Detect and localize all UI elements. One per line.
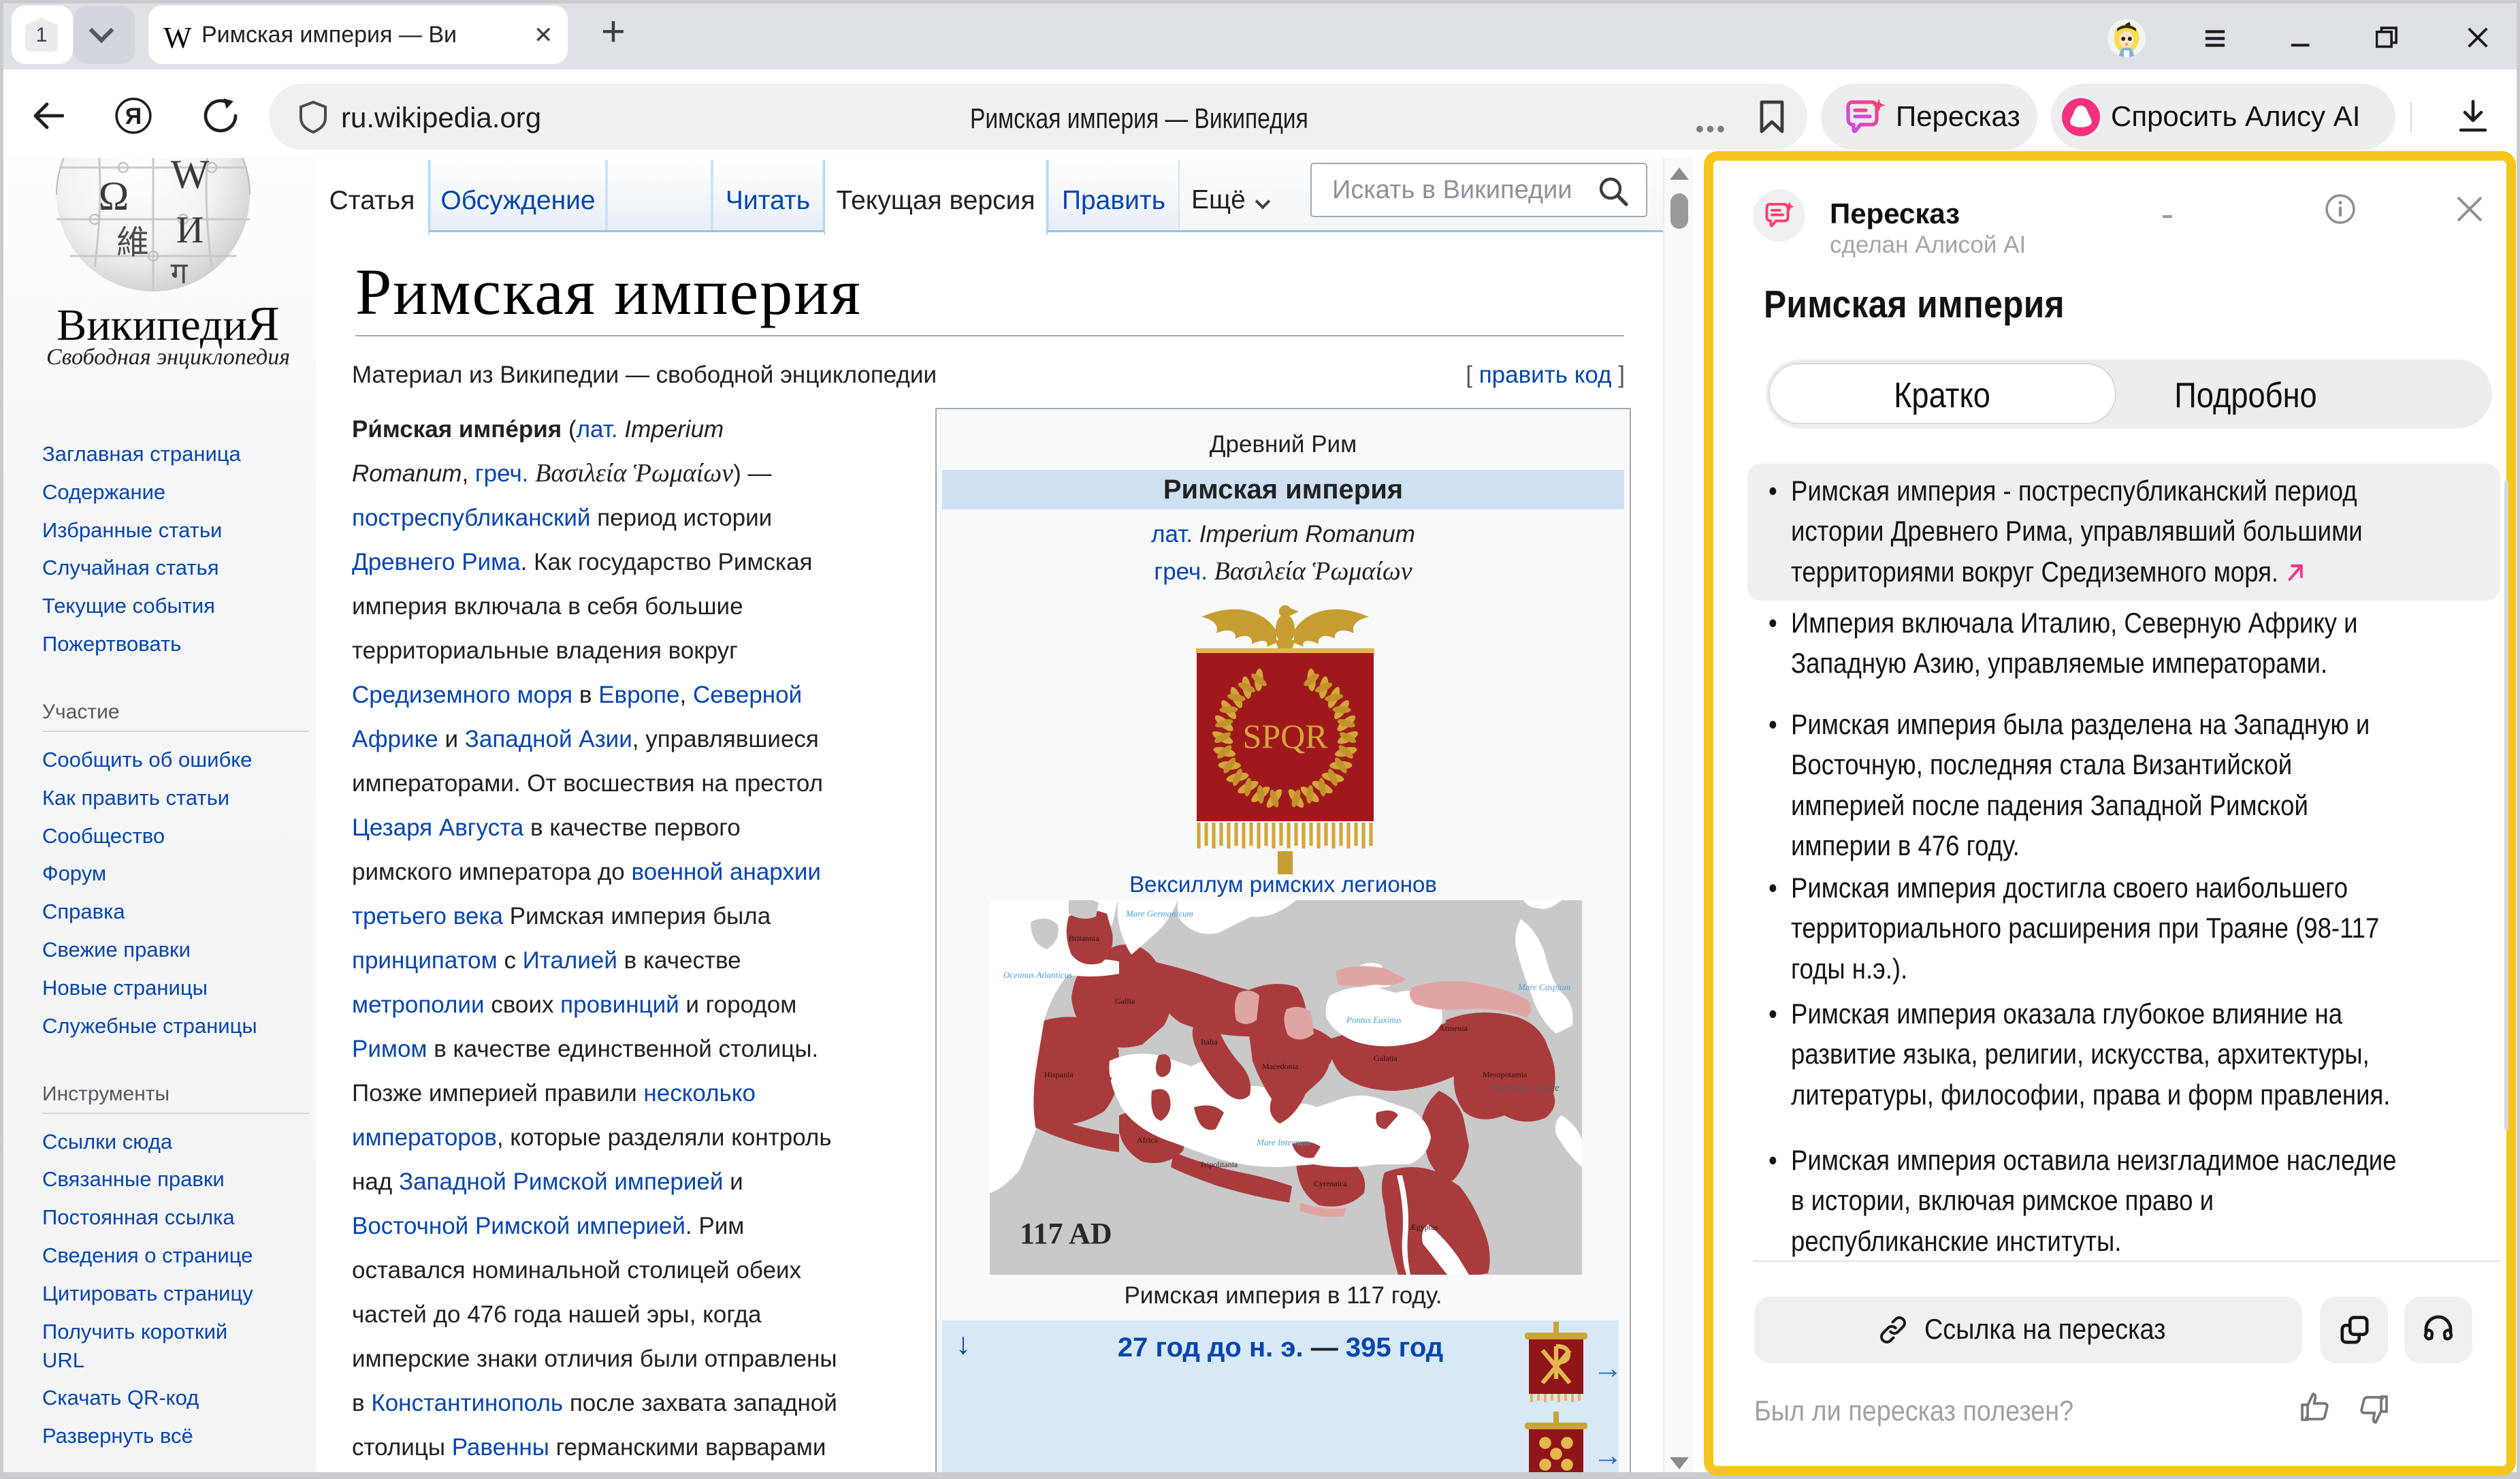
svg-text:Macedonia: Macedonia	[1262, 1062, 1299, 1071]
svg-text:Mesopotamia: Mesopotamia	[1483, 1070, 1528, 1079]
svg-text:Cyrenaica: Cyrenaica	[1314, 1179, 1347, 1188]
svg-text:維: 維	[116, 225, 149, 261]
svg-text:Armenia: Armenia	[1439, 1023, 1468, 1033]
svg-text:И: И	[176, 209, 204, 251]
svg-text:117 AD: 117 AD	[1020, 1217, 1112, 1250]
svg-text:Mare Germanicum: Mare Germanicum	[1125, 908, 1193, 919]
svg-text:Tripolitania: Tripolitania	[1199, 1160, 1238, 1169]
svg-text:Africa: Africa	[1137, 1135, 1158, 1145]
svg-text:Gallia: Gallia	[1115, 996, 1135, 1006]
svg-text:Galatia: Galatia	[1374, 1053, 1398, 1063]
svg-text:ग: ग	[171, 257, 189, 290]
svg-text:Ω: Ω	[99, 174, 129, 219]
svg-text:Mare Caspium: Mare Caspium	[1517, 982, 1570, 992]
svg-text:SPQR: SPQR	[1242, 717, 1328, 755]
svg-text:Mare Internum: Mare Internum	[1256, 1137, 1310, 1147]
svg-text:Parthian Empire: Parthian Empire	[1490, 1083, 1560, 1094]
svg-text:Italia: Italia	[1201, 1037, 1218, 1047]
svg-text:Я: Я	[125, 104, 142, 129]
svg-text:Oceanus Atlanticus: Oceanus Atlanticus	[1003, 970, 1072, 980]
svg-text:Ægyptus: Ægyptus	[1409, 1222, 1438, 1232]
svg-text:Hispania: Hispania	[1044, 1070, 1073, 1079]
svg-text:Britannia: Britannia	[1069, 934, 1099, 943]
svg-text:Pontus Euxinus: Pontus Euxinus	[1346, 1015, 1402, 1025]
svg-text:W: W	[171, 158, 210, 197]
